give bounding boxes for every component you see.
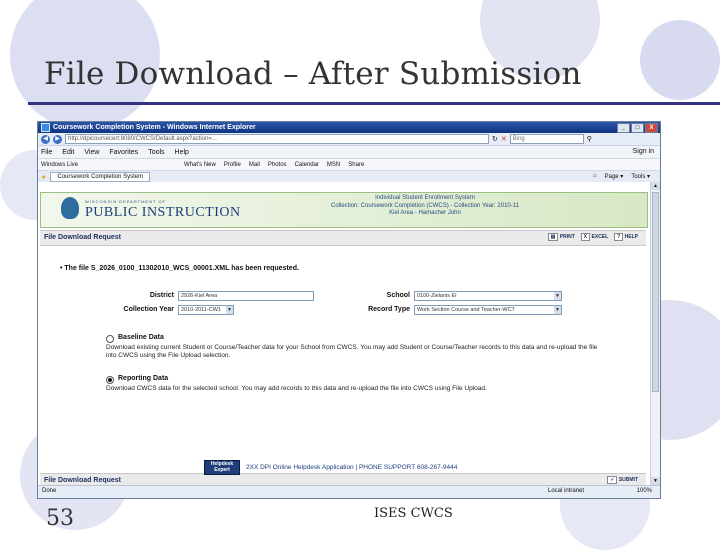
logo-subtitle: WISCONSIN DEPARTMENT OF (85, 199, 167, 204)
slide-title: File Download – After Submission (44, 56, 582, 92)
banner-line: Individual Student Enrollment System (375, 195, 475, 201)
submit-icon: ✓ (607, 476, 618, 484)
page-content: WISCONSIN DEPARTMENT OF PUBLIC INSTRUCTI… (38, 182, 650, 489)
signin-link[interactable]: Sign in (633, 148, 654, 155)
help-icon: ? (614, 233, 624, 241)
collection-year-select[interactable]: 2010-2011-CW1 ▼ (178, 305, 234, 315)
submit-button[interactable]: ✓ SUBMIT (607, 476, 638, 484)
logo-text: PUBLIC INSTRUCTION (85, 205, 241, 220)
print-button[interactable]: ▤ PRINT (547, 233, 575, 241)
baseline-description: Download existing current Student or Cou… (106, 344, 598, 359)
baseline-label: Baseline Data (118, 334, 164, 341)
address-bar-row: ◀ ▶ http://dpicoursecert:8080/CWCS/Defau… (38, 133, 660, 146)
section-actions: ▤ PRINT X EXCEL ? HELP (547, 233, 638, 241)
scroll-thumb[interactable] (652, 192, 659, 392)
browser-window: Coursework Completion System - Windows I… (37, 121, 661, 499)
window-controls: _ □ X (617, 123, 658, 133)
link-photos[interactable]: Photos (268, 162, 287, 168)
window-title: Coursework Completion System - Windows I… (53, 124, 256, 131)
section-title: File Download Request (44, 477, 122, 484)
dpi-banner: WISCONSIN DEPARTMENT OF PUBLIC INSTRUCTI… (40, 192, 648, 228)
search-icon[interactable]: ⚲ (587, 135, 592, 143)
close-button[interactable]: X (645, 123, 658, 133)
school-select[interactable]: 0100-Zielanis El ▼ (414, 291, 562, 301)
page-menu[interactable]: Page ▾ (605, 173, 624, 180)
reporting-radio[interactable] (106, 376, 114, 384)
dpi-logo-icon (61, 197, 79, 219)
banner-line: Collection: Coursework Completion (CWCS)… (331, 202, 519, 209)
scroll-up-icon[interactable]: ▲ (651, 182, 660, 190)
decoration-circle (640, 20, 720, 100)
school-label: School (386, 292, 410, 299)
status-text: Done (42, 488, 57, 494)
slide-footer: ISES CWCS (374, 506, 453, 521)
back-arrow-icon[interactable]: ◀ (41, 134, 50, 144)
scroll-down-icon[interactable]: ▼ (651, 477, 660, 485)
section-actions: ✓ SUBMIT (607, 476, 638, 484)
menu-tools[interactable]: Tools (148, 149, 164, 156)
record-type-label: Record Type (368, 306, 410, 313)
section-header: File Download Request ▤ PRINT X EXCEL ? … (40, 230, 646, 246)
zoom-level[interactable]: 100% (637, 488, 652, 494)
requested-message: • The file S_2026_0100_11302010_WCS_0000… (60, 265, 299, 272)
menu-file[interactable]: File (41, 149, 52, 156)
banner-info: Individual Student Enrollment System Col… (331, 195, 519, 218)
helpdesk-link[interactable]: 2XX DPI Online Helpdesk Application | PH… (246, 464, 457, 471)
address-input[interactable]: http://dpicoursecert:8080/CWCS/Default.a… (65, 134, 489, 144)
helpdesk-footer: Helpdesk Expert 2XX DPI Online Helpdesk … (204, 460, 457, 475)
baseline-radio[interactable] (106, 335, 114, 343)
record-type-select[interactable]: Work Section Course and Teacher-WCT ▼ (414, 305, 562, 315)
help-button[interactable]: ? HELP (614, 233, 638, 241)
links-toolbar: Windows Live What's New Profile Mail Pho… (38, 159, 660, 171)
forward-arrow-icon[interactable]: ▶ (53, 134, 62, 144)
section-title: File Download Request (44, 234, 122, 241)
command-bar: ⌂ Page ▾ Tools ▾ (593, 173, 650, 180)
menu-help[interactable]: Help (175, 149, 189, 156)
link-mail[interactable]: Mail (249, 162, 260, 168)
vertical-scrollbar[interactable]: ▲ ▼ (650, 182, 660, 485)
refresh-icon[interactable]: ↻ (492, 135, 498, 143)
window-titlebar[interactable]: Coursework Completion System - Windows I… (38, 122, 660, 133)
ie-icon (41, 123, 50, 132)
helpdesk-logo: Helpdesk Expert (204, 460, 240, 475)
link-profile[interactable]: Profile (224, 162, 241, 168)
maximize-button[interactable]: □ (631, 123, 644, 133)
excel-button[interactable]: X EXCEL (580, 233, 608, 241)
link-msn[interactable]: MSN (327, 162, 340, 168)
chevron-down-icon: ▼ (554, 306, 561, 314)
district-field: 2926-Kiel Area (178, 291, 314, 301)
stop-icon[interactable]: ✕ (501, 135, 507, 143)
status-bar: Done Local intranet 100% (38, 485, 660, 498)
reporting-label: Reporting Data (118, 375, 169, 382)
district-label: District (149, 292, 174, 299)
minimize-button[interactable]: _ (617, 123, 630, 133)
menu-bar: File Edit View Favorites Tools Help Sign… (38, 146, 660, 159)
home-icon[interactable]: ⌂ (593, 173, 597, 180)
link-calendar[interactable]: Calendar (295, 162, 319, 168)
link-whats-new[interactable]: What's New (184, 162, 216, 168)
collection-year-label: Collection Year (123, 306, 174, 313)
favorites-star-icon[interactable]: ★ (41, 174, 46, 181)
slide-number: 53 (46, 506, 74, 531)
menu-view[interactable]: View (84, 149, 99, 156)
tools-menu[interactable]: Tools ▾ (631, 173, 650, 180)
title-underline (28, 102, 720, 105)
chevron-down-icon: ▼ (226, 306, 233, 314)
menu-favorites[interactable]: Favorites (109, 149, 138, 156)
chevron-down-icon: ▼ (554, 292, 561, 300)
banner-line: Kiel Area - Hamacher John (389, 210, 461, 216)
link-windows-live[interactable]: Windows Live (41, 162, 78, 168)
search-input[interactable]: Bing (509, 134, 584, 144)
print-icon: ▤ (547, 233, 559, 241)
excel-icon: X (580, 233, 591, 241)
menu-edit[interactable]: Edit (62, 149, 74, 156)
reporting-description: Download CWCS data for the selected scho… (106, 385, 487, 392)
security-zone: Local intranet (548, 488, 585, 494)
tab-coursework[interactable]: Coursework Completion System (50, 172, 151, 182)
link-share[interactable]: Share (348, 162, 364, 168)
